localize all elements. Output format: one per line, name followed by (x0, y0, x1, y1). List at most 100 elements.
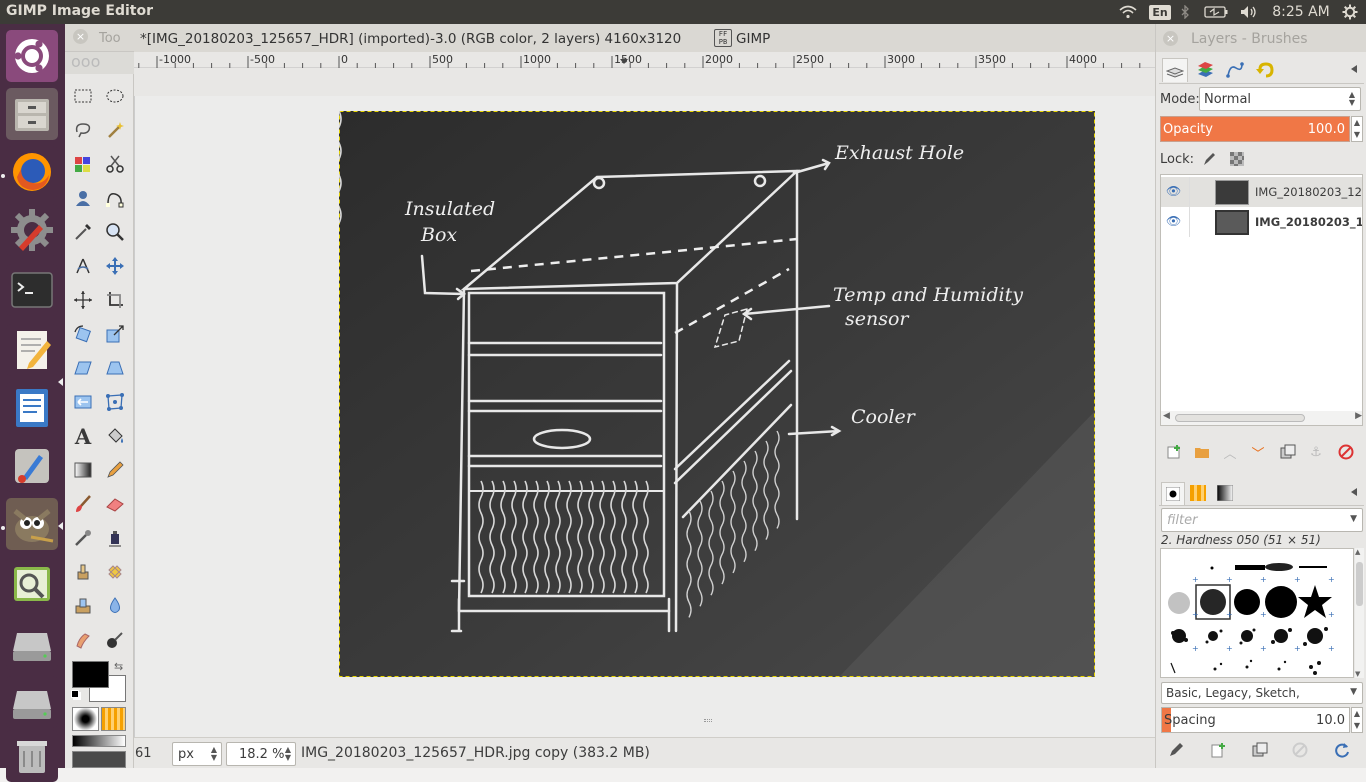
alignment-tool-icon[interactable] (69, 286, 97, 314)
pencil-tool-icon[interactable] (101, 456, 129, 484)
keyboard-layout-indicator[interactable]: En (1149, 0, 1171, 24)
rect-select-tool-icon[interactable] (69, 82, 97, 110)
canvas-area[interactable]: Exhaust Hole Insulated Box Temp and Humi… (134, 96, 1155, 747)
foreground-color-swatch[interactable] (72, 661, 109, 688)
settings-gear-icon[interactable] (1338, 0, 1362, 24)
launcher-paint[interactable] (6, 440, 58, 492)
launcher-terminal[interactable] (6, 264, 58, 316)
text-tool-icon[interactable]: A (69, 422, 97, 450)
brush-block[interactable] (1235, 565, 1265, 570)
launcher-libreoffice-writer[interactable] (6, 382, 58, 434)
launcher-image-viewer[interactable] (6, 558, 58, 610)
shear-tool-icon[interactable] (69, 354, 97, 382)
flip-tool-icon[interactable] (69, 388, 97, 416)
delete-brush-icon[interactable] (1290, 740, 1310, 760)
opacity-spin-icon[interactable]: ▲ ▼ (1351, 116, 1363, 142)
launcher-ubuntu-dash[interactable] (6, 30, 58, 82)
ellipse-select-tool-icon[interactable] (101, 82, 129, 110)
clock[interactable]: 8:25 AM (1268, 0, 1334, 24)
launcher-trash[interactable] (6, 730, 58, 782)
spacing-spin-icon[interactable]: ▲ ▼ (1351, 707, 1363, 733)
scale-tool-icon[interactable] (101, 320, 129, 348)
measure-tool-icon[interactable] (69, 252, 97, 280)
default-colors-icon[interactable] (71, 690, 79, 698)
cage-transform-tool-icon[interactable] (101, 388, 129, 416)
paths-tool-icon[interactable] (101, 184, 129, 212)
brush-filter-input[interactable]: filter ▼ (1161, 508, 1363, 532)
crop-tool-icon[interactable] (101, 286, 129, 314)
gradients-tab-icon[interactable] (1215, 483, 1235, 503)
brushes-tab-icon[interactable] (1161, 482, 1185, 505)
move-tool-icon[interactable] (101, 252, 129, 280)
scissors-select-tool-icon[interactable] (101, 150, 129, 178)
brush-star[interactable] (1298, 585, 1332, 618)
launcher-drive-1[interactable] (6, 618, 58, 670)
patterns-tab-icon[interactable] (1188, 483, 1208, 503)
ink-tool-icon[interactable] (101, 524, 129, 552)
toolbox-tab-label[interactable]: Too (99, 31, 121, 46)
zoom-tool-icon[interactable] (101, 218, 129, 246)
fuzzy-select-tool-icon[interactable] (101, 116, 129, 144)
duplicate-brush-icon[interactable] (1250, 740, 1270, 760)
volume-icon[interactable] (1237, 0, 1261, 24)
layer-row[interactable]: 👁 IMG_20180203_125657_HDR.jpg (1161, 207, 1362, 237)
perspective-tool-icon[interactable] (101, 354, 129, 382)
gradient-indicator[interactable] (72, 735, 126, 747)
brush-hardness-050[interactable] (1200, 589, 1226, 615)
wifi-icon[interactable] (1116, 0, 1140, 24)
dodge-burn-tool-icon[interactable] (101, 626, 129, 654)
mode-select[interactable]: Normal ▲ ▼ (1199, 87, 1361, 111)
unit-selector[interactable]: px ▲ ▼ (172, 742, 222, 766)
brush-tags-field[interactable]: Basic, Legacy, Sketch, ▼ (1161, 682, 1363, 704)
launcher-system-settings[interactable] (6, 204, 58, 256)
canvas-grip-icon[interactable] (704, 719, 712, 722)
raise-layer-icon[interactable]: ︿ (1220, 442, 1240, 462)
brush-grid-scrollbar[interactable]: ▲ ▼ (1355, 548, 1364, 678)
paintbrush-tool-icon[interactable] (69, 490, 97, 518)
foreground-select-tool-icon[interactable] (69, 184, 97, 212)
clone-tool-icon[interactable] (69, 558, 97, 586)
refresh-brushes-icon[interactable] (1332, 740, 1352, 760)
rotate-tool-icon[interactable] (69, 320, 97, 348)
swap-colors-icon[interactable]: ⇆ (114, 660, 123, 673)
pattern-indicator[interactable] (101, 707, 126, 731)
blur-tool-icon[interactable] (101, 592, 129, 620)
bluetooth-icon[interactable] (1176, 0, 1194, 24)
edit-brush-icon[interactable] (1166, 740, 1186, 760)
lock-pixels-icon[interactable] (1199, 149, 1219, 169)
layers-horizontal-scrollbar[interactable]: ◀ ▶ (1161, 411, 1362, 425)
brushes-dock-menu-icon[interactable] (1347, 482, 1361, 502)
eraser-tool-icon[interactable] (101, 490, 129, 518)
color-picker-tool-icon[interactable] (69, 218, 97, 246)
brush-pixel[interactable] (1210, 566, 1214, 570)
layer-name[interactable]: IMG_20180203_125657_HDR.jpg (1255, 215, 1362, 229)
launcher-gimp[interactable] (6, 498, 58, 550)
dock-close-icon[interactable]: × (1163, 31, 1178, 46)
visibility-eye-icon[interactable]: 👁 (1166, 184, 1181, 198)
visibility-eye-icon[interactable]: 👁 (1166, 214, 1181, 228)
launcher-text-editor[interactable] (6, 324, 58, 376)
brush-grid[interactable]: + + + + + + + + + + + + + + (1160, 548, 1354, 678)
bucket-fill-tool-icon[interactable] (101, 422, 129, 450)
launcher-files[interactable] (6, 88, 58, 140)
delete-layer-icon[interactable] (1336, 442, 1356, 462)
brush-fuzzy-line[interactable] (1265, 563, 1293, 571)
blend-tool-icon[interactable] (69, 456, 97, 484)
brush-line[interactable] (1299, 566, 1327, 568)
anchor-layer-icon[interactable]: ⚓ (1306, 442, 1326, 462)
image-preview-thumbnail[interactable] (72, 751, 126, 768)
horizontal-ruler[interactable]: -1000 -500 0 500 1000 1500 2000 2500 3000 3500 400… (134, 52, 1155, 96)
heal-tool-icon[interactable] (101, 558, 129, 586)
layer-name[interactable]: IMG_20180203_125657_HDR.jpg copy (1255, 185, 1362, 199)
image-canvas[interactable]: Exhaust Hole Insulated Box Temp and Humi… (339, 111, 1095, 677)
dock-menu-icon[interactable] (1347, 59, 1361, 79)
paths-tab-icon[interactable] (1222, 59, 1248, 81)
opacity-slider[interactable]: Opacity 100.0 (1160, 116, 1350, 142)
airbrush-tool-icon[interactable] (69, 524, 97, 552)
brush-hardness-100[interactable] (1265, 586, 1297, 618)
channels-tab-icon[interactable] (1192, 59, 1218, 81)
new-layer-group-icon[interactable] (1192, 442, 1212, 462)
lock-alpha-icon[interactable] (1227, 149, 1247, 169)
lasso-tool-icon[interactable] (69, 116, 97, 144)
undo-history-tab-icon[interactable] (1252, 59, 1278, 81)
